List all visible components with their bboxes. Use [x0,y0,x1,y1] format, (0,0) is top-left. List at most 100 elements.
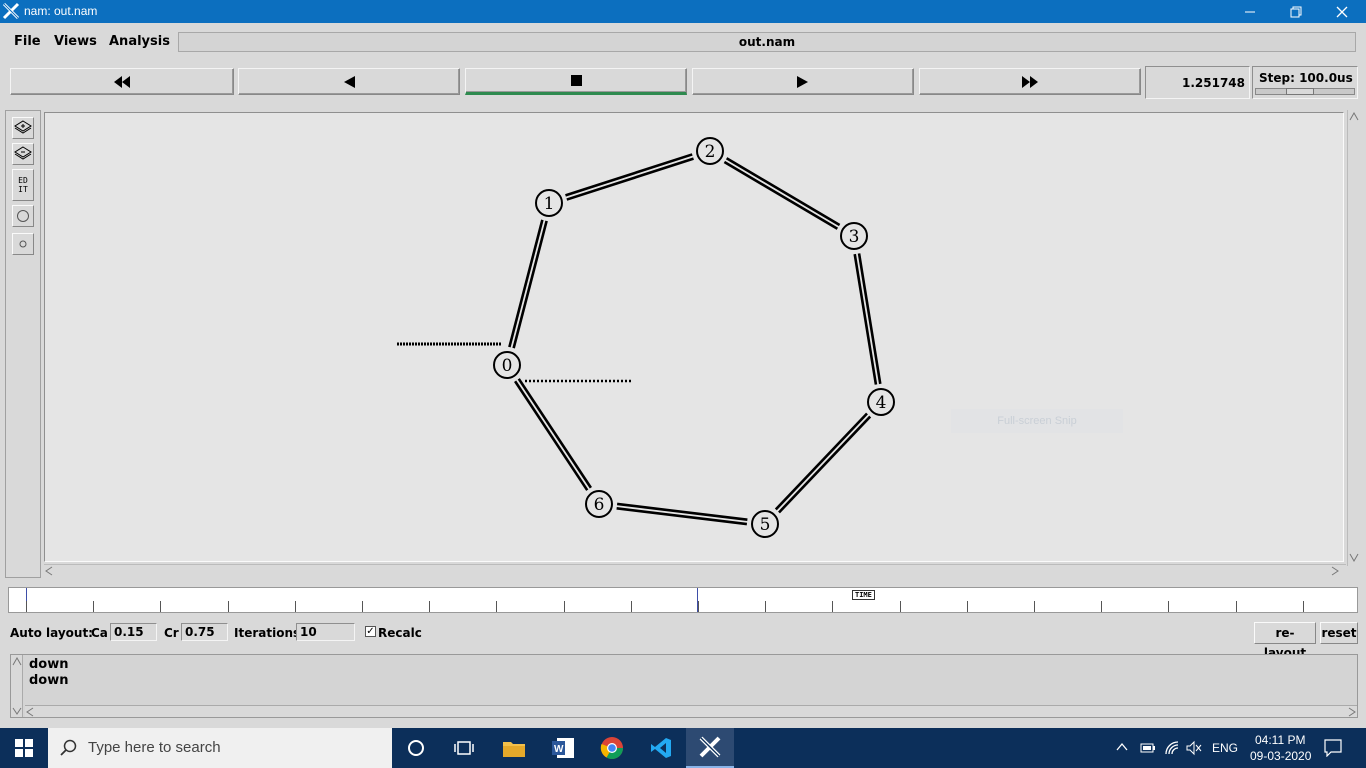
close-button[interactable] [1319,0,1365,23]
fast-rewind-icon [114,75,130,88]
timeline-tick [93,601,95,612]
menu-views[interactable]: Views [54,34,97,49]
zoom-in-tool[interactable] [12,117,34,139]
ca-label: Ca [91,626,108,640]
task-view-button[interactable] [440,728,488,768]
canvas-horizontal-scrollbar[interactable] [44,564,1346,576]
x-app-icon [699,736,721,758]
link-2-3[interactable] [723,157,841,230]
cr-input[interactable]: 0.75 [181,623,228,641]
word-icon: W [552,738,574,758]
play-icon [797,75,808,88]
timeline-tick [832,601,834,612]
link-1-2[interactable] [565,153,694,201]
node-4[interactable]: 4 [867,388,895,416]
log-pane: down down [10,654,1358,718]
minimize-button[interactable] [1227,0,1273,23]
vertical-scroll-arrows-icon [1349,111,1359,563]
cortana-icon [408,740,424,756]
notifications-icon[interactable] [1324,739,1342,757]
timeline-slider[interactable]: TIME [8,587,1358,613]
rewind-button[interactable] [238,68,460,95]
node-0[interactable]: 0 [493,351,521,379]
node-6[interactable]: 6 [585,490,613,518]
taskbar: Type here to search W ENG 04:11 PM 09-03… [0,728,1366,768]
step-control: Step: 100.0us [1252,66,1358,99]
title-bar: nam: out.nam [0,0,1366,23]
edit-tool[interactable]: ED IT [12,169,34,201]
start-button[interactable] [0,728,48,768]
timeline-tick [1168,601,1170,612]
wifi-icon[interactable] [1164,740,1180,756]
timeline-tick [899,601,901,612]
restore-button[interactable] [1273,0,1319,23]
reset-button[interactable]: reset [1320,622,1358,644]
current-time-display: 1.251748 [1145,66,1250,99]
step-slider[interactable] [1255,88,1355,95]
timeline-tick [227,601,229,612]
chrome-button[interactable] [588,728,636,768]
log-scroll-arrows-icon [12,656,22,715]
vscode-button[interactable] [637,728,685,768]
time-marker[interactable]: TIME [852,590,875,600]
node-2[interactable]: 2 [696,137,724,165]
file-explorer-button[interactable] [490,728,538,768]
iterations-input[interactable]: 10 [296,623,355,641]
clock-time[interactable]: 04:11 PM [1255,733,1305,747]
node-label: 6 [594,495,605,515]
link-0-1[interactable] [508,219,548,349]
cortana-button[interactable] [392,728,440,768]
taskbar-search[interactable]: Type here to search [48,728,392,768]
battery-icon[interactable] [1140,741,1156,755]
language-indicator[interactable]: ENG [1212,741,1238,755]
zoom-out-tool[interactable] [12,143,34,165]
menu-file[interactable]: File [14,34,41,49]
node-label: 1 [544,194,555,214]
menu-analysis[interactable]: Analysis [109,34,170,49]
node-label: 5 [760,515,771,535]
search-icon [60,739,77,756]
word-button[interactable]: W [539,728,587,768]
recalc-label: Recalc [378,626,422,640]
fast-forward-icon [1022,75,1038,88]
fast-forward-button[interactable] [919,68,1141,95]
horizontal-scroll-arrows-icon [45,566,1339,576]
link-5-6[interactable] [616,502,748,526]
clock-date[interactable]: 09-03-2020 [1250,749,1311,763]
timeline-tick [429,601,431,612]
recalc-checkbox[interactable]: ✓ [365,626,376,637]
node-3[interactable]: 3 [840,222,868,250]
restore-icon [1290,6,1302,17]
link-3-4[interactable] [853,253,882,385]
iterations-label: Iterations [234,626,301,640]
ca-input[interactable]: 0.15 [110,623,157,641]
log-horizontal-scrollbar[interactable] [25,705,1357,717]
link-4-5[interactable] [774,412,872,514]
network-canvas[interactable]: 0 1 2 3 4 5 6 Full-screen Snip [44,112,1344,562]
timeline-tick [765,601,767,612]
play-button[interactable] [692,68,914,95]
fast-rewind-button[interactable] [10,68,234,95]
small-node-tool[interactable] [12,233,34,255]
timeline-tick [698,601,699,612]
step-slider-thumb[interactable] [1286,88,1314,95]
tray-chevron-up-icon[interactable] [1116,742,1128,752]
timeline-tick [496,601,498,612]
log-vertical-scrollbar[interactable] [11,655,23,717]
filename-display: out.nam [178,32,1356,52]
network-graph: 0 1 2 3 4 5 6 [397,137,895,538]
volume-muted-icon[interactable] [1186,740,1202,756]
large-node-tool[interactable] [12,205,34,227]
stop-button[interactable] [465,68,687,95]
node-5[interactable]: 5 [751,510,779,538]
timeline-tick [362,601,363,612]
timeline-tick [1235,601,1237,612]
nam-app-button[interactable] [686,728,734,768]
node-1[interactable]: 1 [535,189,563,217]
small-circle-icon [19,240,27,248]
link-6-0[interactable] [514,378,592,491]
canvas-vertical-scrollbar[interactable] [1347,110,1359,566]
log-lines: down down [29,657,69,689]
auto-layout-bar: Auto layout: Ca 0.15 Cr 0.75 Iterations … [0,620,1366,660]
relayout-button[interactable]: re-layout [1254,622,1316,660]
